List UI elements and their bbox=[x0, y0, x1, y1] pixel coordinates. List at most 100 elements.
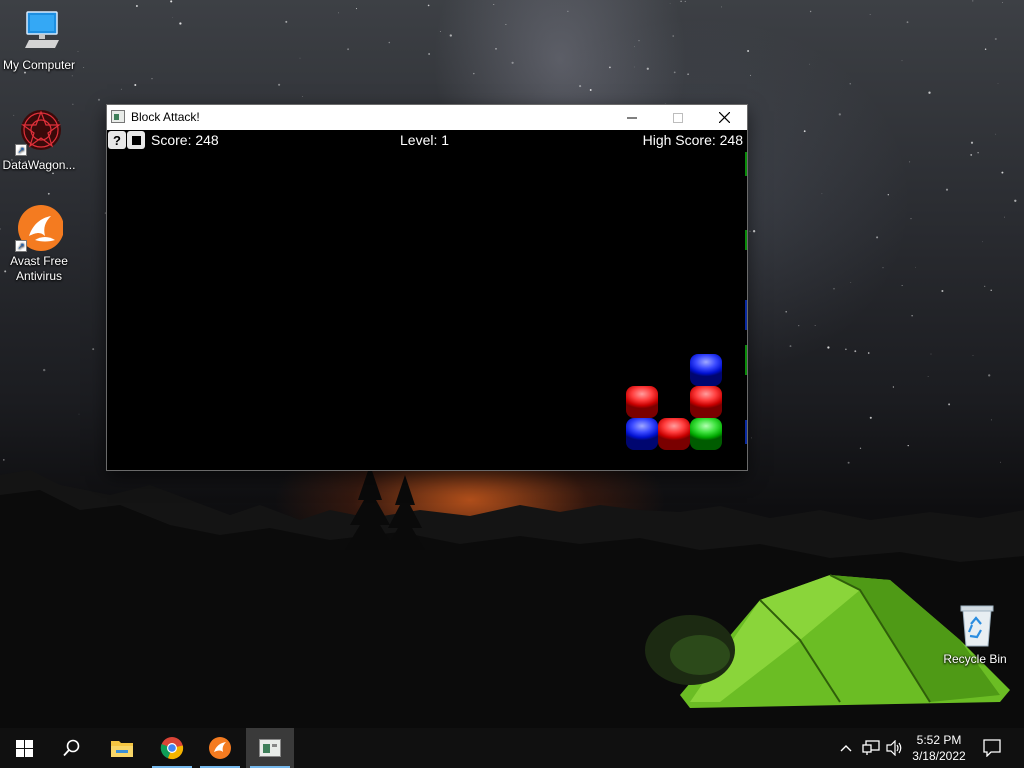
search-button[interactable] bbox=[48, 728, 96, 768]
desktop-icon-avast[interactable]: ↗ Avast Free Antivirus bbox=[0, 204, 78, 284]
close-icon bbox=[718, 112, 730, 123]
star bbox=[982, 241, 983, 243]
red-block[interactable] bbox=[658, 418, 690, 450]
star bbox=[909, 161, 911, 163]
star bbox=[972, 0, 974, 2]
star bbox=[355, 8, 358, 10]
block-attack-window: Block Attack! ? Score: 248 Level: 1 High… bbox=[107, 105, 747, 470]
star bbox=[72, 103, 74, 105]
start-button[interactable] bbox=[0, 728, 48, 768]
windows-logo-icon bbox=[15, 739, 33, 757]
tray-network[interactable] bbox=[860, 728, 882, 768]
star bbox=[92, 348, 95, 351]
taskbar-file-explorer[interactable] bbox=[98, 728, 146, 768]
star bbox=[505, 23, 507, 26]
star bbox=[43, 368, 46, 372]
taskbar-avast[interactable] bbox=[196, 728, 244, 768]
star bbox=[338, 12, 339, 14]
clock[interactable]: 5:52 PM 3/18/2022 bbox=[904, 732, 974, 764]
desktop-icon-datawagon[interactable]: ↗ DataWagon... bbox=[0, 108, 78, 173]
datawagon-icon: ↗ bbox=[15, 108, 63, 156]
edge-marker bbox=[745, 420, 747, 444]
star bbox=[680, 0, 682, 3]
taskbar-block-attack[interactable] bbox=[246, 728, 294, 768]
tray-volume[interactable] bbox=[884, 728, 906, 768]
star bbox=[984, 285, 986, 287]
star bbox=[172, 17, 174, 18]
desktop-icon-label: My Computer bbox=[2, 58, 76, 72]
notification-center-button[interactable] bbox=[976, 728, 1008, 768]
chevron-up-icon bbox=[840, 745, 852, 752]
minimize-button[interactable] bbox=[609, 105, 655, 130]
star bbox=[427, 4, 430, 7]
block-attack-icon bbox=[259, 739, 281, 757]
star bbox=[869, 14, 871, 15]
star bbox=[977, 152, 979, 154]
star bbox=[47, 192, 50, 195]
star bbox=[170, 0, 173, 3]
blue-block[interactable] bbox=[626, 418, 658, 450]
star bbox=[798, 325, 800, 327]
star bbox=[285, 20, 288, 23]
star bbox=[809, 63, 810, 65]
edge-marker bbox=[745, 152, 747, 176]
game-board[interactable] bbox=[107, 130, 747, 470]
star bbox=[990, 289, 992, 292]
star bbox=[449, 34, 452, 37]
clock-time: 5:52 PM bbox=[916, 733, 962, 747]
star bbox=[906, 21, 909, 24]
star bbox=[901, 60, 903, 62]
star bbox=[347, 48, 350, 51]
edge-marker bbox=[745, 345, 747, 375]
star bbox=[988, 374, 991, 377]
tray-chevron[interactable] bbox=[836, 728, 856, 768]
star bbox=[970, 153, 973, 156]
star bbox=[948, 403, 951, 406]
close-button[interactable] bbox=[701, 105, 747, 130]
star bbox=[579, 85, 582, 88]
star bbox=[814, 325, 816, 326]
desktop-icon-label: Recycle Bin bbox=[943, 652, 1007, 666]
star bbox=[638, 39, 640, 42]
star bbox=[838, 113, 841, 116]
star bbox=[747, 50, 750, 52]
red-block[interactable] bbox=[690, 386, 722, 418]
star bbox=[1014, 199, 1017, 202]
taskbar: 5:52 PM 3/18/2022 bbox=[0, 728, 1024, 768]
window-title: Block Attack! bbox=[131, 110, 200, 124]
star bbox=[876, 236, 879, 239]
star bbox=[995, 133, 997, 135]
edge-marker bbox=[745, 230, 747, 250]
star bbox=[845, 348, 847, 351]
star bbox=[930, 353, 932, 355]
maximize-button[interactable] bbox=[655, 105, 701, 130]
star bbox=[439, 31, 441, 32]
minimize-icon bbox=[627, 117, 637, 118]
game-area[interactable]: ? Score: 248 Level: 1 High Score: 248 bbox=[107, 130, 747, 470]
window-titlebar[interactable]: Block Attack! bbox=[107, 105, 747, 130]
volume-icon bbox=[886, 740, 902, 756]
star bbox=[887, 194, 889, 196]
desktop-icon-my-computer[interactable]: My Computer bbox=[0, 8, 78, 73]
star bbox=[299, 57, 301, 59]
star bbox=[78, 413, 80, 415]
blue-block[interactable] bbox=[690, 354, 722, 386]
star bbox=[915, 266, 916, 268]
star bbox=[608, 66, 611, 69]
green-block[interactable] bbox=[690, 418, 722, 450]
notification-icon bbox=[983, 739, 1001, 757]
star bbox=[589, 89, 592, 91]
star bbox=[785, 310, 787, 313]
star bbox=[97, 98, 101, 101]
star bbox=[669, 3, 671, 4]
star bbox=[1004, 216, 1006, 218]
star bbox=[634, 46, 635, 48]
star bbox=[151, 78, 153, 80]
red-block[interactable] bbox=[626, 386, 658, 418]
star bbox=[687, 73, 689, 75]
desktop-icon-recycle-bin[interactable]: Recycle Bin bbox=[936, 602, 1014, 667]
recycle-bin-icon bbox=[951, 602, 999, 650]
star bbox=[867, 352, 870, 354]
taskbar-chrome[interactable] bbox=[148, 728, 196, 768]
star bbox=[83, 67, 85, 69]
